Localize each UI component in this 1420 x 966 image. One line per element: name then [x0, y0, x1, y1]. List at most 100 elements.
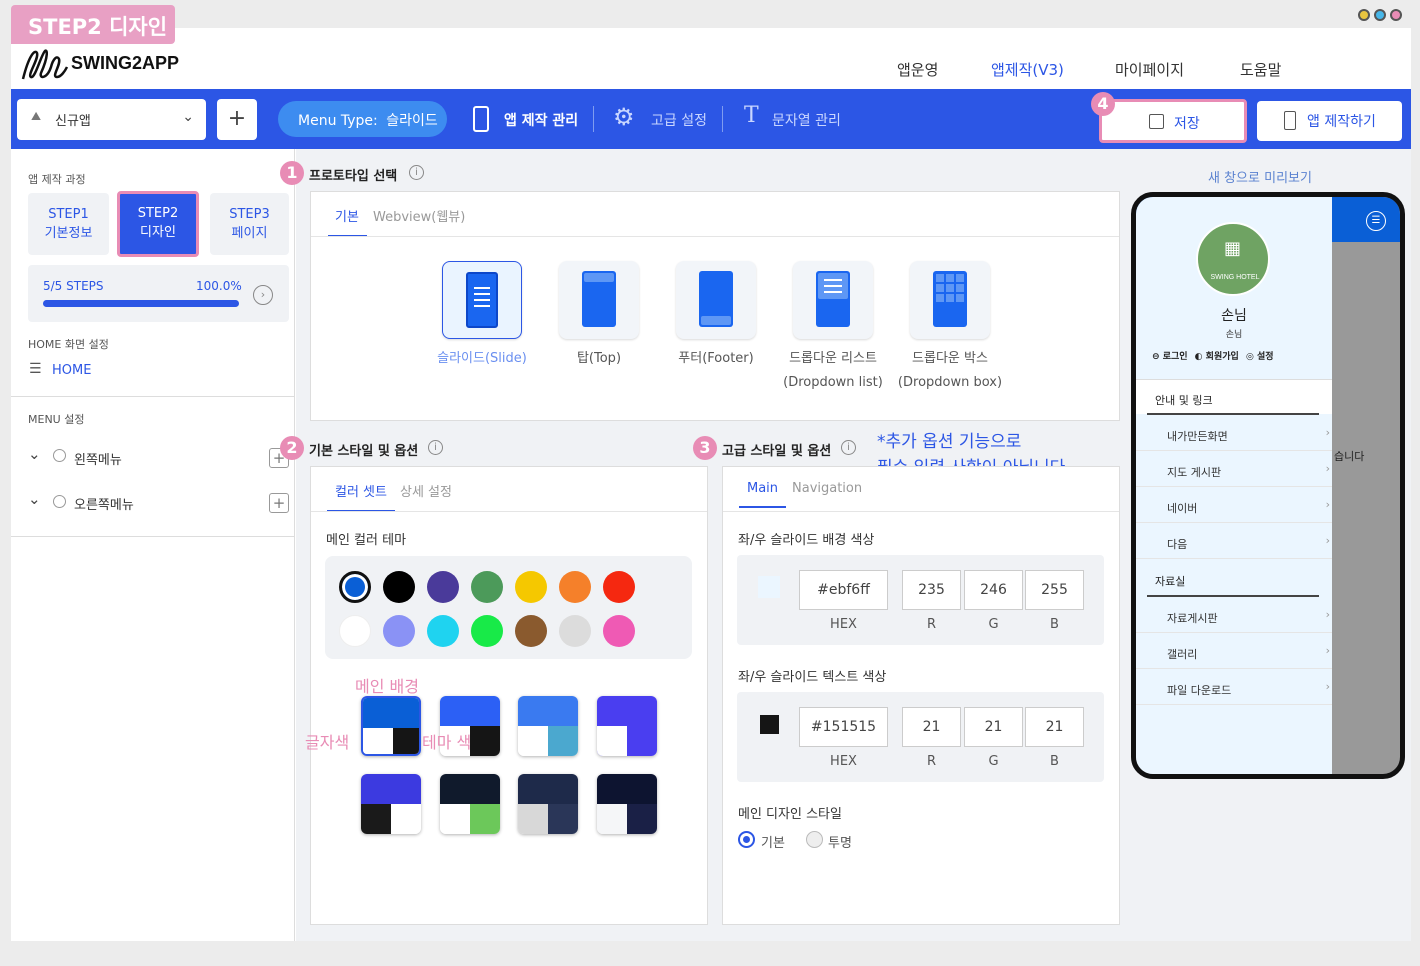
- color-swatch[interactable]: [339, 571, 371, 603]
- proto-dropdown-box[interactable]: [910, 261, 990, 339]
- step1-button[interactable]: STEP1 기본정보: [28, 193, 109, 255]
- preview-menu-item[interactable]: 네이버 ›: [1136, 488, 1332, 523]
- tab-webview[interactable]: Webview(웹뷰): [373, 206, 465, 225]
- right-menu-item[interactable]: 오른쪽메뉴: [74, 494, 134, 513]
- color-swatch[interactable]: [603, 615, 635, 647]
- info-icon[interactable]: i: [409, 165, 424, 180]
- build-app-button[interactable]: 앱 제작하기: [1257, 101, 1402, 141]
- tab-main[interactable]: Main: [739, 481, 787, 508]
- chevron-down-icon[interactable]: ⌄: [28, 490, 41, 508]
- proto-dropdown-list[interactable]: [793, 261, 873, 339]
- left-menu-item[interactable]: 왼쪽메뉴: [74, 449, 122, 468]
- divider: [311, 236, 1119, 237]
- menu-item-label: 지도 게시판: [1167, 466, 1222, 479]
- menu-icon[interactable]: ☰: [1366, 211, 1386, 231]
- progress-card: 5/5 STEPS 100.0% ›: [28, 265, 289, 322]
- nav-help[interactable]: 도움말: [1240, 59, 1281, 80]
- radio-basic[interactable]: [738, 831, 755, 848]
- color-swatch[interactable]: [515, 571, 547, 603]
- toolbar: ⛰ 신규앱 ⌄ + Menu Type: 슬라이드 앱 제작 관리 ⚙ 고급 설…: [11, 89, 1411, 149]
- radio-transparent[interactable]: [806, 831, 823, 848]
- text-r-input[interactable]: 21: [902, 707, 961, 747]
- login-link[interactable]: ⊖ 로그인: [1152, 352, 1188, 362]
- theme-option-3[interactable]: [518, 696, 578, 756]
- color-swatch[interactable]: [471, 571, 503, 603]
- theme-option-1[interactable]: [361, 696, 421, 756]
- text-icon: T: [744, 103, 759, 128]
- logo-icon: [21, 49, 69, 80]
- nav-app-operation[interactable]: 앱운영: [897, 59, 938, 80]
- tab-basic[interactable]: 기본: [328, 206, 367, 237]
- save-button[interactable]: 저장: [1099, 99, 1247, 143]
- radio-transparent-label: 투명: [828, 836, 852, 851]
- app-select[interactable]: ⛰ 신규앱 ⌄: [17, 99, 206, 140]
- chevron-right-icon: ›: [1325, 462, 1330, 475]
- divider: [723, 511, 1119, 512]
- preview-menu-item[interactable]: 파일 다운로드 ›: [1136, 670, 1332, 705]
- color-swatch[interactable]: [559, 571, 591, 603]
- chevron-down-icon[interactable]: ⌄: [28, 445, 41, 463]
- preview-menu-item[interactable]: 내가만든화면 ›: [1136, 416, 1332, 451]
- design-style-title: 메인 디자인 스타일: [738, 807, 842, 822]
- color-swatch[interactable]: [383, 571, 415, 603]
- color-swatch[interactable]: [471, 615, 503, 647]
- hotel-avatar: ▦ SWING HOTEL: [1196, 222, 1270, 296]
- signup-link[interactable]: ◐ 회원가입: [1195, 352, 1239, 362]
- progress-label: 5/5 STEPS: [43, 279, 104, 293]
- nav-mypage[interactable]: 마이페이지: [1115, 59, 1184, 80]
- theme-option-8[interactable]: [597, 774, 657, 834]
- add-app-button[interactable]: +: [217, 99, 257, 140]
- list-icon: [53, 495, 66, 508]
- home-item[interactable]: HOME: [52, 363, 91, 378]
- step2-button[interactable]: STEP2 디자인: [117, 191, 199, 257]
- logo[interactable]: SWING2APP: [19, 45, 189, 83]
- color-swatch[interactable]: [515, 615, 547, 647]
- nav-app-build[interactable]: 앱제작(V3): [991, 59, 1064, 80]
- theme-option-5[interactable]: [361, 774, 421, 834]
- theme-option-4[interactable]: [597, 696, 657, 756]
- info-icon[interactable]: i: [428, 440, 443, 455]
- color-swatch[interactable]: [427, 615, 459, 647]
- text-b-input[interactable]: 21: [1025, 707, 1084, 747]
- tab-color-set[interactable]: 컬러 셋트: [327, 481, 395, 512]
- proto-slide[interactable]: [442, 261, 522, 339]
- add-icon[interactable]: +: [269, 493, 289, 513]
- preview-menu-item[interactable]: 갤러리 ›: [1136, 634, 1332, 669]
- badge-1: 1: [280, 161, 304, 185]
- list-icon: [53, 449, 66, 462]
- settings-link[interactable]: ◎ 설정: [1246, 352, 1274, 362]
- bg-r-input[interactable]: 235: [902, 570, 961, 610]
- color-swatch[interactable]: [339, 615, 371, 647]
- menu-type-button[interactable]: Menu Type: 슬라이드: [278, 101, 447, 137]
- divider: [311, 511, 707, 512]
- preview-menu-item[interactable]: 지도 게시판 ›: [1136, 452, 1332, 487]
- text-g-input[interactable]: 21: [964, 707, 1023, 747]
- proto-top[interactable]: [559, 261, 639, 339]
- tab-detail[interactable]: 상세 설정: [400, 481, 452, 500]
- preview-menu-item[interactable]: 자료게시판 ›: [1136, 598, 1332, 633]
- b-label: B: [1050, 617, 1059, 632]
- preview-menu-item[interactable]: 다음 ›: [1136, 524, 1332, 559]
- string-manage-link[interactable]: 문자열 관리: [772, 110, 841, 130]
- proto-footer[interactable]: [676, 261, 756, 339]
- color-swatch[interactable]: [383, 615, 415, 647]
- chevron-right-icon[interactable]: ›: [253, 285, 273, 305]
- r-label: R: [926, 617, 937, 632]
- bg-g-input[interactable]: 246: [964, 570, 1023, 610]
- info-icon[interactable]: i: [841, 440, 856, 455]
- annotation-main-bg: 메인 배경: [355, 677, 419, 696]
- advanced-settings-link[interactable]: 고급 설정: [651, 110, 707, 130]
- bg-b-input[interactable]: 255: [1025, 570, 1084, 610]
- text-hex-input[interactable]: #151515: [799, 707, 888, 747]
- app-manage-link[interactable]: 앱 제작 관리: [504, 110, 578, 130]
- color-swatch[interactable]: [427, 571, 459, 603]
- color-swatch[interactable]: [603, 571, 635, 603]
- theme-option-7[interactable]: [518, 774, 578, 834]
- tab-navigation[interactable]: Navigation: [792, 481, 862, 496]
- bg-hex-input[interactable]: #ebf6ff: [799, 570, 888, 610]
- step3-button[interactable]: STEP3 페이지: [210, 193, 289, 255]
- preview-link[interactable]: 새 창으로 미리보기: [1208, 167, 1312, 186]
- theme-option-6[interactable]: [440, 774, 500, 834]
- color-swatch[interactable]: [559, 615, 591, 647]
- logo-text: SWING2APP: [71, 53, 180, 73]
